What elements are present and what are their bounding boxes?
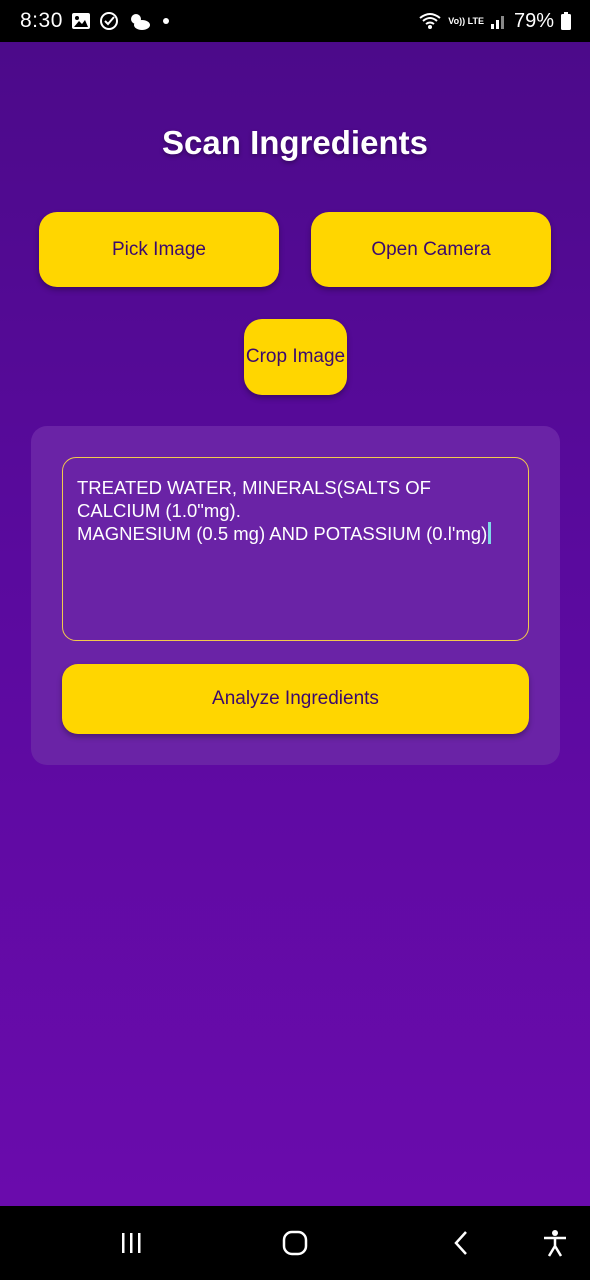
- status-bar: 8:30 Vo)) LTE 79%: [0, 0, 590, 42]
- notification-dot: [162, 18, 169, 24]
- text-cursor: [488, 522, 492, 544]
- battery-icon: [560, 11, 572, 31]
- ingredients-line: MAGNESIUM (0.5 mg) AND POTASSIUM (0.l'mg…: [77, 523, 488, 544]
- signal-icon: [490, 12, 508, 30]
- ingredients-card: TREATED WATER, MINERALS(SALTS OF CALCIUM…: [31, 426, 560, 765]
- navigation-bar: [0, 1206, 590, 1280]
- page-title: Scan Ingredients: [162, 124, 428, 161]
- weather-icon: [127, 11, 151, 31]
- battery-percentage: 79%: [513, 9, 554, 32]
- clock: 8:30: [20, 9, 63, 32]
- home-icon[interactable]: [272, 1206, 318, 1280]
- wifi-icon: [418, 11, 442, 31]
- ingredients-text-field[interactable]: TREATED WATER, MINERALS(SALTS OF CALCIUM…: [62, 457, 529, 641]
- check-circle-icon: [99, 11, 119, 31]
- gallery-icon: [71, 12, 91, 30]
- crop-image-button[interactable]: Crop Image: [244, 319, 347, 395]
- back-icon[interactable]: [438, 1206, 484, 1280]
- recent-apps-icon[interactable]: [108, 1206, 154, 1280]
- open-camera-button[interactable]: Open Camera: [311, 212, 551, 287]
- pick-image-button[interactable]: Pick Image: [39, 212, 279, 287]
- scan-screen: Scan Ingredients Pick Image Open Camera …: [0, 42, 590, 1206]
- ingredients-line: TREATED WATER, MINERALS(SALTS OF: [77, 477, 431, 498]
- accessibility-icon[interactable]: [532, 1206, 578, 1280]
- network-label: Vo)) LTE: [448, 15, 484, 26]
- ingredients-line-last: MAGNESIUM (0.5 mg) AND POTASSIUM (0.l'mg…: [77, 522, 514, 545]
- ingredients-line: CALCIUM (1.0"mg).: [77, 500, 241, 521]
- analyze-ingredients-button[interactable]: Analyze Ingredients: [62, 664, 529, 734]
